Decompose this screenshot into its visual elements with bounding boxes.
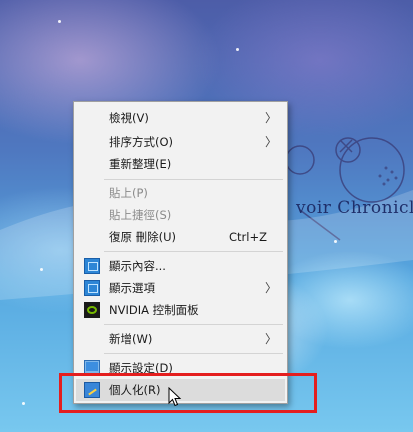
chevron-right-icon: 〉 bbox=[264, 111, 277, 125]
menu-item-sort-by[interactable]: 排序方式(O) 〉 bbox=[76, 131, 285, 153]
display-options-icon bbox=[84, 280, 100, 296]
menu-item-view[interactable]: 檢視(V) 〉 bbox=[76, 107, 285, 129]
menu-item-label: 貼上捷徑(S) bbox=[109, 208, 172, 222]
sparkle bbox=[40, 268, 43, 271]
menu-item-shortcut: Ctrl+Z bbox=[229, 230, 267, 244]
menu-separator bbox=[104, 179, 283, 180]
menu-item-label: 重新整理(E) bbox=[109, 157, 172, 171]
menu-item-label: 顯示選項 bbox=[109, 281, 155, 295]
menu-item-undo-delete[interactable]: 復原 刪除(U) Ctrl+Z bbox=[76, 226, 285, 248]
display-content-icon bbox=[84, 258, 100, 274]
sparkle bbox=[334, 240, 337, 243]
menu-item-display-content[interactable]: 顯示內容... bbox=[76, 255, 285, 277]
sparkle bbox=[236, 48, 239, 51]
menu-separator bbox=[104, 251, 283, 252]
nvidia-icon bbox=[84, 302, 100, 318]
chevron-right-icon: 〉 bbox=[264, 135, 277, 149]
menu-item-refresh[interactable]: 重新整理(E) bbox=[76, 153, 285, 175]
chevron-right-icon: 〉 bbox=[264, 332, 277, 346]
menu-item-label: 顯示內容... bbox=[109, 259, 166, 273]
menu-item-display-options[interactable]: 顯示選項 〉 bbox=[76, 277, 285, 299]
menu-item-nvidia-control-panel[interactable]: NVIDIA 控制面板 bbox=[76, 299, 285, 321]
menu-item-label: NVIDIA 控制面板 bbox=[109, 303, 199, 317]
highlight-box bbox=[59, 373, 317, 413]
wallpaper-title: voir Chronicle bbox=[296, 198, 413, 218]
menu-item-new[interactable]: 新增(W) 〉 bbox=[76, 328, 285, 350]
menu-separator bbox=[104, 353, 283, 354]
menu-item-paste-shortcut: 貼上捷徑(S) bbox=[76, 204, 285, 226]
desktop-context-menu: 檢視(V) 〉 排序方式(O) 〉 重新整理(E) 貼上(P) 貼上捷徑(S) … bbox=[73, 101, 288, 404]
sparkle bbox=[22, 402, 25, 405]
menu-item-paste: 貼上(P) bbox=[76, 182, 285, 204]
menu-item-label: 排序方式(O) bbox=[109, 135, 174, 149]
chevron-right-icon: 〉 bbox=[264, 281, 277, 295]
menu-item-label: 復原 刪除(U) bbox=[109, 230, 177, 244]
mouse-cursor-icon bbox=[168, 387, 182, 407]
menu-item-label: 檢視(V) bbox=[109, 111, 149, 125]
sparkle bbox=[58, 20, 61, 23]
menu-item-label: 貼上(P) bbox=[109, 186, 148, 200]
menu-item-label: 新增(W) bbox=[109, 332, 153, 346]
menu-separator bbox=[104, 324, 283, 325]
